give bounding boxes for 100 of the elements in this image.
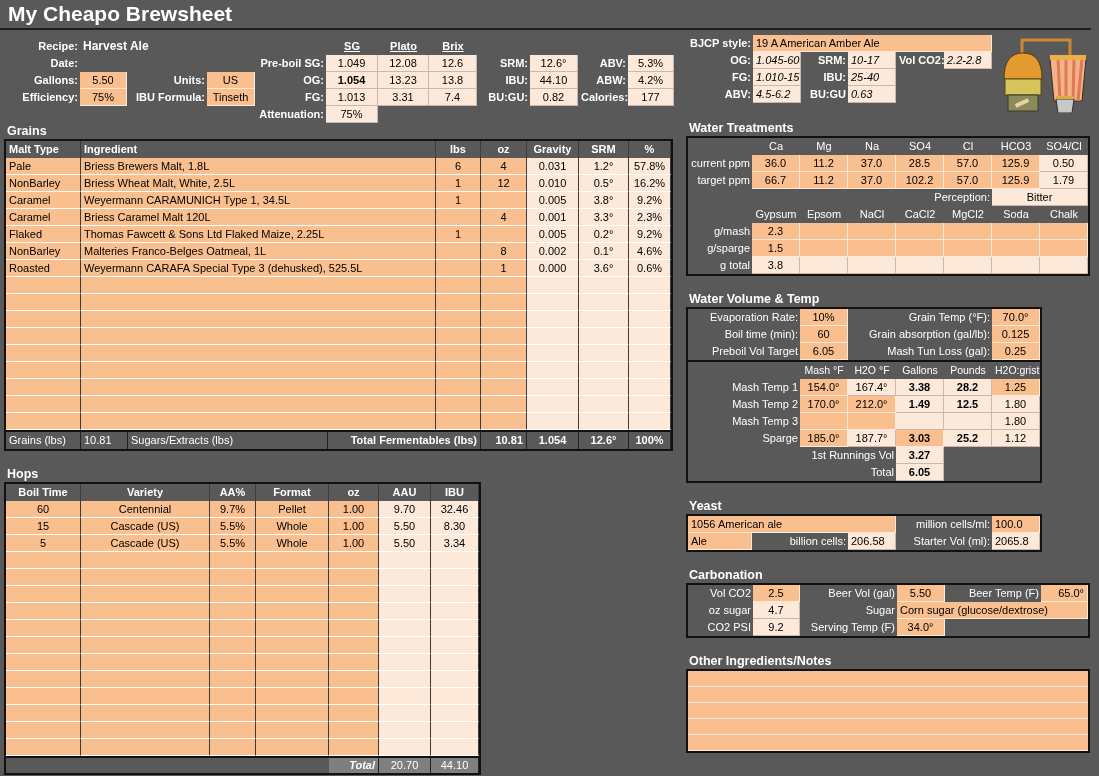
input-cell[interactable]: 1.00 [329,518,379,535]
input-cell[interactable] [436,209,481,226]
input-cell[interactable] [6,311,81,328]
input-cell[interactable]: Whole [256,535,329,552]
input-cell[interactable] [436,328,481,345]
input-cell[interactable]: 1 [436,175,481,192]
input-cell[interactable]: US [207,72,255,89]
input-cell[interactable]: Centennial [81,501,210,518]
input-cell[interactable] [81,620,210,637]
input-cell[interactable] [256,688,329,705]
input-cell[interactable] [481,294,527,311]
input-cell[interactable]: 100.0 [992,516,1040,533]
input-cell[interactable] [256,603,329,620]
input-cell[interactable]: 60 [800,326,848,343]
input-cell[interactable] [329,586,379,603]
input-cell[interactable] [256,654,329,671]
input-cell[interactable]: Caramel [6,209,81,226]
input-cell[interactable] [329,654,379,671]
input-cell[interactable]: 125.9 [992,172,1040,189]
input-cell[interactable] [81,722,210,739]
input-cell[interactable] [81,688,210,705]
input-cell[interactable] [6,569,81,586]
input-cell[interactable] [6,637,81,654]
input-cell[interactable]: 19 A American Amber Ale [753,35,992,52]
input-cell[interactable] [210,688,256,705]
input-cell[interactable] [6,586,81,603]
input-cell[interactable] [329,637,379,654]
input-cell[interactable] [81,586,210,603]
input-cell[interactable] [256,569,329,586]
input-cell[interactable]: 102.2 [896,172,944,189]
input-cell[interactable] [81,362,436,379]
input-cell[interactable]: 0.125 [992,326,1040,343]
input-cell[interactable] [6,362,81,379]
input-cell[interactable]: Weyermann CARAFA Special Type 3 (dehusked), 525.5L [81,260,436,277]
input-cell[interactable]: Briess Wheat Malt, White, 2.5L [81,175,436,192]
input-cell[interactable] [436,362,481,379]
input-cell[interactable] [210,586,256,603]
input-cell[interactable] [481,362,527,379]
input-cell[interactable]: 70.0° [992,309,1040,326]
input-cell[interactable]: Weyermann CARAMUNICH Type 1, 34.5L [81,192,436,209]
input-cell[interactable] [6,620,81,637]
input-cell[interactable]: Pale [6,158,81,175]
input-cell[interactable] [210,569,256,586]
input-cell[interactable]: 37.0 [848,172,896,189]
input-cell[interactable]: 15 [6,518,81,535]
input-cell[interactable]: NonBarley [6,243,81,260]
input-cell[interactable] [436,243,481,260]
input-cell[interactable]: Pellet [256,501,329,518]
input-cell[interactable]: Thomas Fawcett & Sons Ltd Flaked Maize, 2.25L [81,226,436,243]
input-cell[interactable] [6,688,81,705]
input-cell[interactable]: 9.7% [210,501,256,518]
input-cell[interactable] [6,294,81,311]
input-cell[interactable]: NonBarley [6,175,81,192]
input-cell[interactable] [210,552,256,569]
input-cell[interactable] [81,603,210,620]
input-cell[interactable]: 0.25 [992,343,1040,360]
input-cell[interactable] [6,552,81,569]
input-cell[interactable] [481,379,527,396]
input-cell[interactable] [329,671,379,688]
input-cell[interactable]: 5.50 [897,585,945,602]
input-cell[interactable] [481,311,527,328]
input-cell[interactable]: 11.2 [800,172,848,189]
input-cell[interactable]: 185.0° [800,430,848,447]
input-cell[interactable]: 6.05 [800,343,848,360]
input-cell[interactable] [6,345,81,362]
input-cell[interactable]: 1.00 [329,535,379,552]
input-cell[interactable]: 2.3 [752,223,800,240]
input-cell[interactable]: 6 [436,158,481,175]
input-cell[interactable]: 11.2 [800,155,848,172]
input-cell[interactable] [6,379,81,396]
input-cell[interactable]: 5 [6,535,81,552]
input-cell[interactable] [436,294,481,311]
input-cell[interactable] [210,620,256,637]
input-cell[interactable] [256,552,329,569]
input-cell[interactable] [81,277,436,294]
input-cell[interactable] [256,586,329,603]
input-cell[interactable]: Corn sugar (glucose/dextrose) [897,602,1088,619]
input-cell[interactable] [256,722,329,739]
input-cell[interactable] [6,722,81,739]
input-cell[interactable] [6,328,81,345]
input-cell[interactable] [329,620,379,637]
input-cell[interactable] [329,722,379,739]
input-cell[interactable]: 4 [481,209,527,226]
input-cell[interactable]: 65.0° [1041,585,1088,602]
input-cell[interactable] [329,739,379,756]
input-cell[interactable] [81,552,210,569]
input-cell[interactable]: 212.0° [848,396,896,413]
input-cell[interactable]: 10% [800,309,848,326]
input-cell[interactable] [6,277,81,294]
input-cell[interactable]: 3.03 [896,430,944,447]
input-cell[interactable]: 125.9 [992,155,1040,172]
input-cell[interactable] [329,688,379,705]
input-cell[interactable] [256,671,329,688]
input-cell[interactable]: 37.0 [848,155,896,172]
input-cell[interactable]: 34.0° [897,619,945,636]
input-cell[interactable]: 12 [481,175,527,192]
input-cell[interactable]: 5.50 [80,72,127,89]
input-cell[interactable] [210,671,256,688]
input-cell[interactable] [210,654,256,671]
input-cell[interactable]: 1 [436,192,481,209]
